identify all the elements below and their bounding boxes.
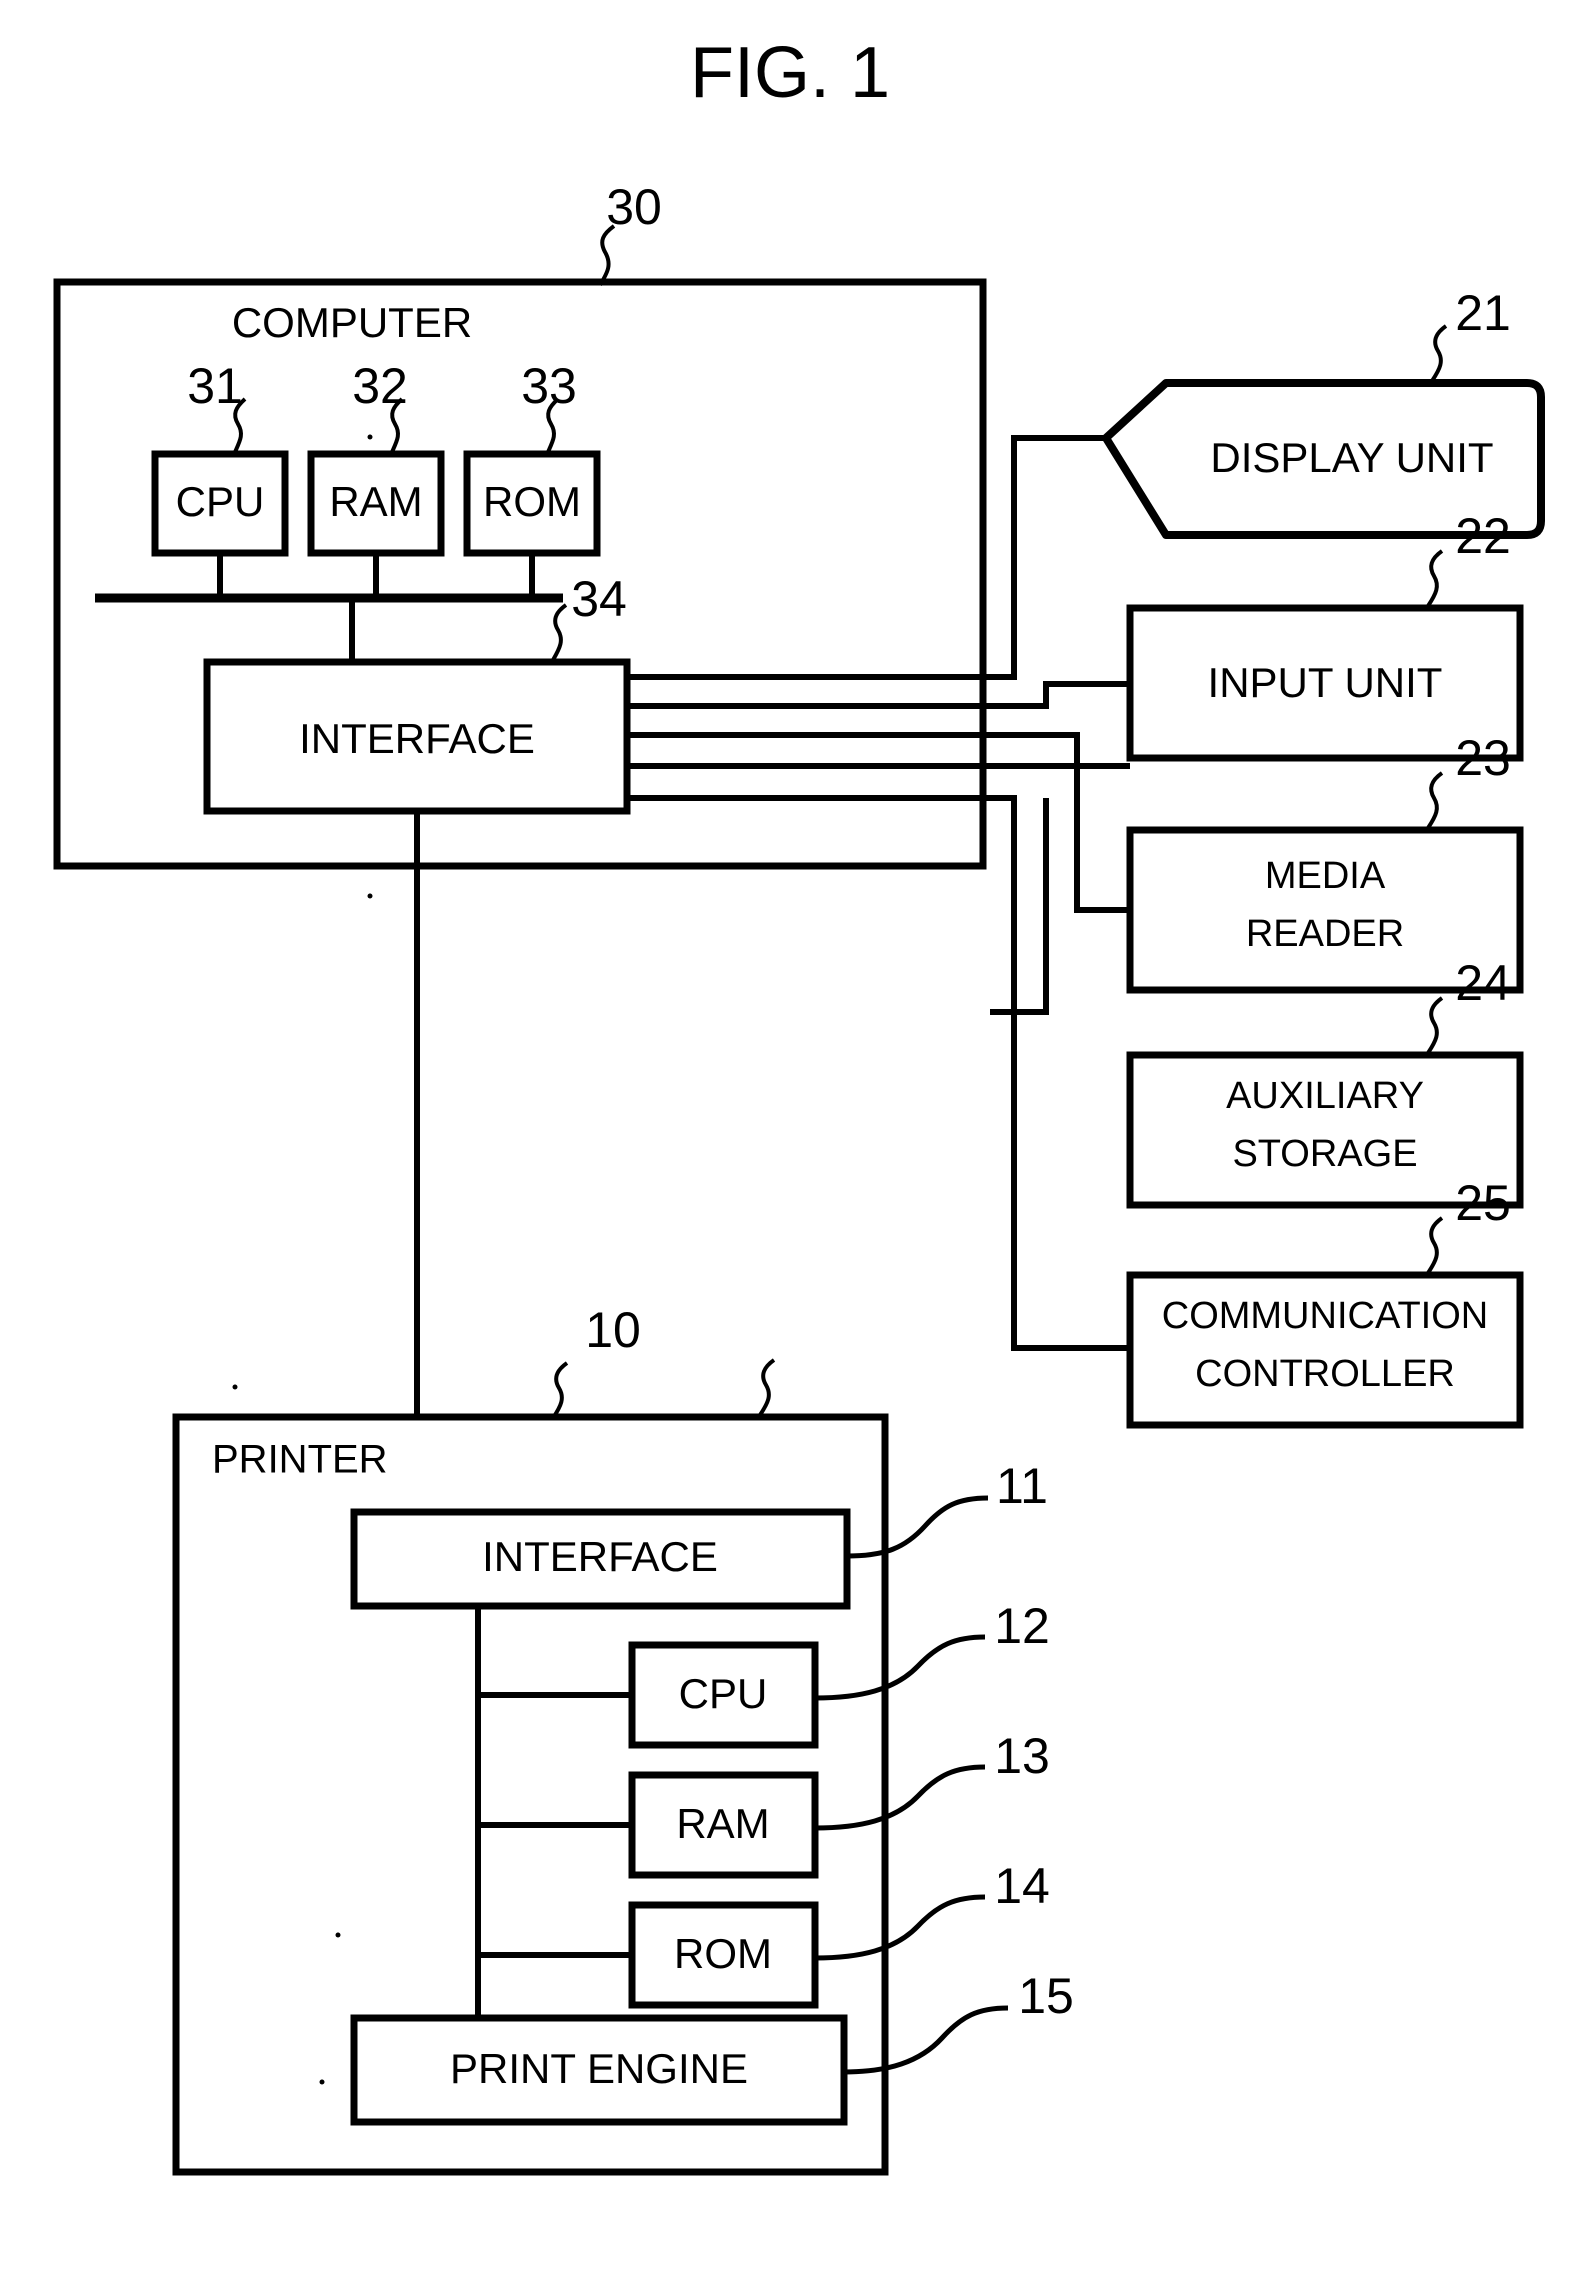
ref-lead-25 (1426, 1216, 1444, 1275)
ref-lead-21 (1430, 324, 1448, 383)
ref-lead-22 (1426, 549, 1444, 608)
ref-number-11: 11 (996, 1458, 1048, 1514)
ref-lead-24 (1426, 996, 1444, 1055)
ref-number-10: 10 (585, 1302, 641, 1358)
printer-interface-label: INTERFACE (482, 1533, 718, 1580)
ref-number-31: 31 (187, 358, 243, 414)
display-unit-label: DISPLAY UNIT (1210, 434, 1493, 481)
figure-page: FIG. 1 COMPUTER 30 CPU 31 RAM 32 ROM 33 (0, 0, 1581, 2290)
ref-lead-10-b (551, 1361, 569, 1420)
ref-number-23: 23 (1455, 730, 1511, 786)
ref-number-30: 30 (606, 179, 662, 235)
ref-lead-23 (1426, 771, 1444, 830)
ref-number-13: 13 (994, 1728, 1050, 1784)
scan-artifact-dot (367, 434, 373, 440)
computer-cpu-label: CPU (176, 478, 265, 525)
ref-number-33: 33 (521, 358, 577, 414)
ref-number-12: 12 (994, 1598, 1050, 1654)
printer-rom-label: ROM (674, 1930, 772, 1977)
page-title: FIG. 1 (690, 33, 890, 113)
scan-artifact-dot (367, 893, 373, 899)
computer-rom-label: ROM (483, 478, 581, 525)
input-unit-label: INPUT UNIT (1208, 659, 1443, 706)
scan-artifact-dot (335, 1932, 341, 1938)
auxiliary-storage-label-line2: STORAGE (1232, 1133, 1417, 1175)
media-reader-label-line1: MEDIA (1265, 855, 1386, 897)
communication-controller-label-line1: COMMUNICATION (1162, 1295, 1489, 1337)
computer-ram-label: RAM (329, 478, 422, 525)
ref-number-21: 21 (1455, 285, 1511, 341)
printer-ram-label: RAM (676, 1800, 769, 1847)
ref-lead-10 (758, 1358, 776, 1417)
ref-number-24: 24 (1455, 955, 1511, 1011)
media-reader-label-line2: READER (1246, 913, 1404, 955)
ref-number-15: 15 (1018, 1968, 1074, 2024)
auxiliary-storage-label-line1: AUXILIARY (1226, 1075, 1424, 1117)
wire-routing-elbow (990, 798, 1049, 1015)
computer-label: COMPUTER (232, 299, 472, 346)
ref-number-14: 14 (994, 1858, 1050, 1914)
wire-interface-to-communication-controller (627, 795, 1130, 1351)
print-engine-label: PRINT ENGINE (450, 2045, 748, 2092)
ref-number-32: 32 (352, 358, 408, 414)
ref-number-34: 34 (571, 571, 627, 627)
ref-number-22: 22 (1455, 508, 1511, 564)
scan-artifact-dot (319, 2079, 325, 2085)
scan-artifact-dot (232, 1384, 238, 1390)
communication-controller-label-line2: CONTROLLER (1195, 1353, 1455, 1395)
printer-cpu-label: CPU (679, 1670, 768, 1717)
printer-label: PRINTER (212, 1438, 388, 1482)
patent-figure-1: FIG. 1 COMPUTER 30 CPU 31 RAM 32 ROM 33 (53, 33, 1545, 2176)
ref-number-25: 25 (1455, 1175, 1511, 1231)
computer-interface-label: INTERFACE (299, 715, 535, 762)
